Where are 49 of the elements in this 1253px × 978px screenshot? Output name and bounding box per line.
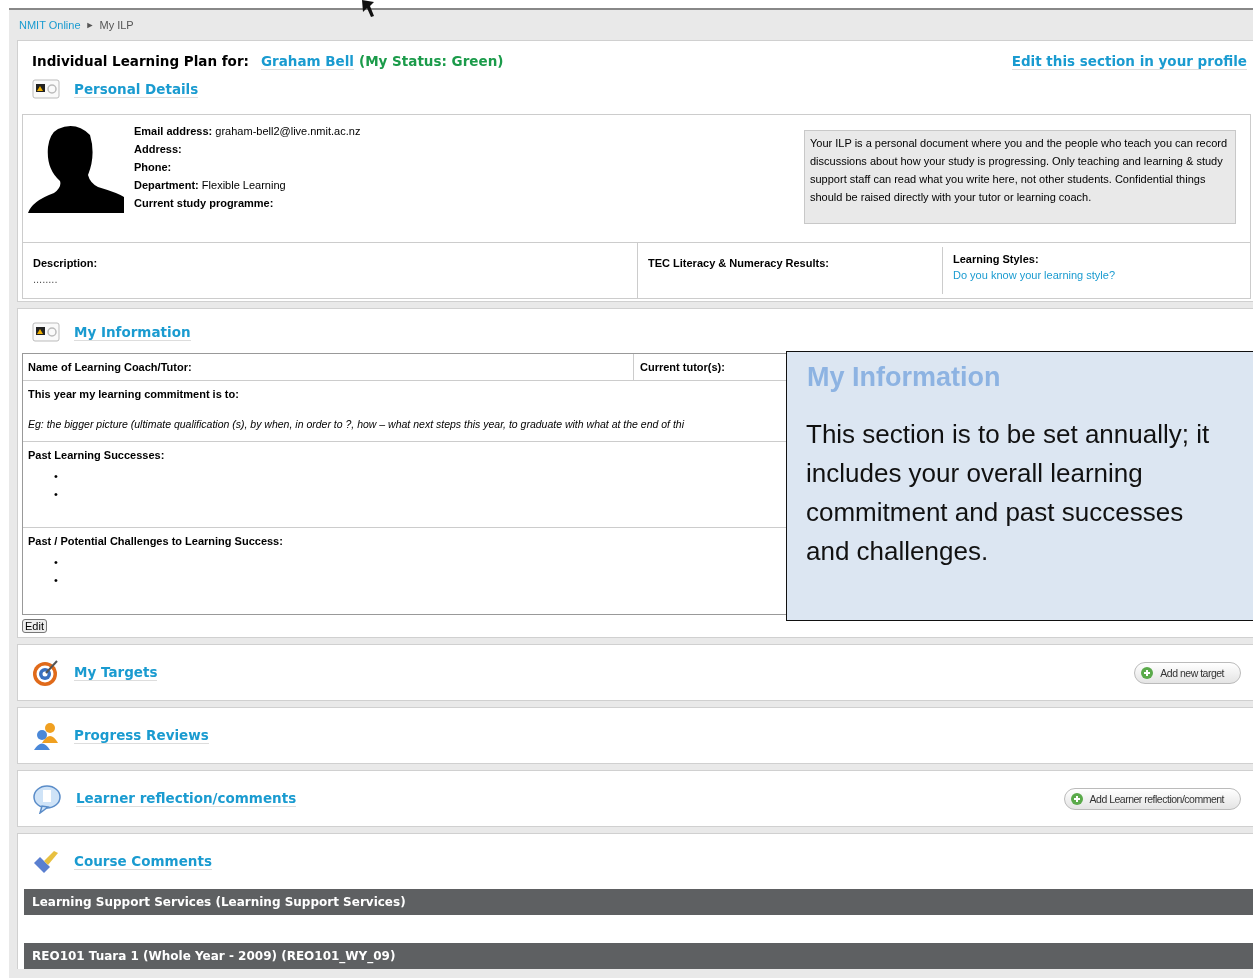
- callout-text: This section is to be set annually; it includes your overall learning commitment and past successes and challenges.: [806, 418, 1211, 568]
- challenges-label: Past / Potential Challenges to Learning Success:: [28, 535, 284, 547]
- course-bar: REO101 Tuara 1 (Whole Year - 2009) (REO101_WY_09): [24, 943, 1253, 969]
- successes-label: Past Learning Successes:: [28, 449, 166, 461]
- breadcrumb-current: My ILP: [99, 19, 134, 31]
- tec-results-label: TEC Literacy & Numeracy Results:: [648, 256, 830, 271]
- edit-button[interactable]: Edit: [22, 619, 47, 633]
- status-text: (My Status: Green): [359, 53, 504, 69]
- bullet: •: [54, 487, 58, 502]
- breadcrumb-separator: ►: [85, 20, 95, 30]
- section-title[interactable]: Personal Details: [74, 80, 199, 98]
- tutor-label: Current tutor(s):: [640, 361, 725, 373]
- people-icon: [32, 720, 60, 751]
- commitment-label: This year my learning commitment is to:: [28, 388, 240, 400]
- profile-field: Address:: [134, 140, 804, 158]
- coach-label: Name of Learning Coach/Tutor:: [28, 361, 192, 373]
- callout-title: My Information: [807, 362, 1002, 393]
- description-value: ........: [33, 272, 59, 287]
- learning-styles-label: Learning Styles:: [953, 252, 1040, 267]
- learning-style-link[interactable]: Do you know your learning style?: [953, 269, 1116, 281]
- info-note: Your ILP is a personal document where you and the people who teach you can record discussions about how your study is progressing. Only teaching and learning & study support staff can read what you write here, not other students. Confidential things should be raised directly with your tutor or learning coach.: [804, 130, 1236, 224]
- speech-bubble-icon: [32, 783, 62, 814]
- description-label: Description:: [33, 256, 99, 271]
- bullet: •: [54, 573, 58, 588]
- bullet: •: [54, 555, 58, 570]
- section-title[interactable]: Progress Reviews: [74, 727, 209, 744]
- bullet: •: [54, 469, 58, 484]
- add-icon: [1069, 791, 1084, 806]
- cursor-arrow-icon: [360, 0, 376, 18]
- brush-icon: [32, 848, 60, 875]
- add-button[interactable]: Add Learner reflection/comment: [1063, 787, 1241, 810]
- student-name-link[interactable]: Graham Bell: [260, 53, 354, 70]
- commitment-hint: Eg: the bigger picture (ultimate qualification (s), by when, in order to ?, how – what next steps this year, to graduate with what at the end of thi: [28, 418, 686, 430]
- add-button[interactable]: Add new target: [1134, 661, 1241, 684]
- section-title[interactable]: My Targets: [74, 664, 158, 681]
- section-title[interactable]: My Information: [74, 323, 191, 341]
- profile-field: Current study programme:: [134, 194, 804, 212]
- profile-field: Department: Flexible Learning: [134, 176, 804, 194]
- course-bar: Learning Support Services (Learning Support Services): [24, 889, 1253, 915]
- id-card-icon: [32, 321, 60, 343]
- id-card-icon: [32, 78, 60, 100]
- profile-field: Email address: graham-bell2@live.nmit.ac.nz: [134, 122, 804, 140]
- profile-field: Phone:: [134, 158, 804, 176]
- add-icon: [1140, 665, 1155, 680]
- edit-profile-link[interactable]: Edit this section in your profile: [1011, 53, 1247, 70]
- section-title[interactable]: Course Comments: [74, 853, 212, 870]
- breadcrumb-link[interactable]: NMIT Online: [19, 19, 81, 31]
- plan-label: Individual Learning Plan for:: [32, 53, 249, 69]
- section-title[interactable]: Learner reflection/comments: [76, 790, 297, 807]
